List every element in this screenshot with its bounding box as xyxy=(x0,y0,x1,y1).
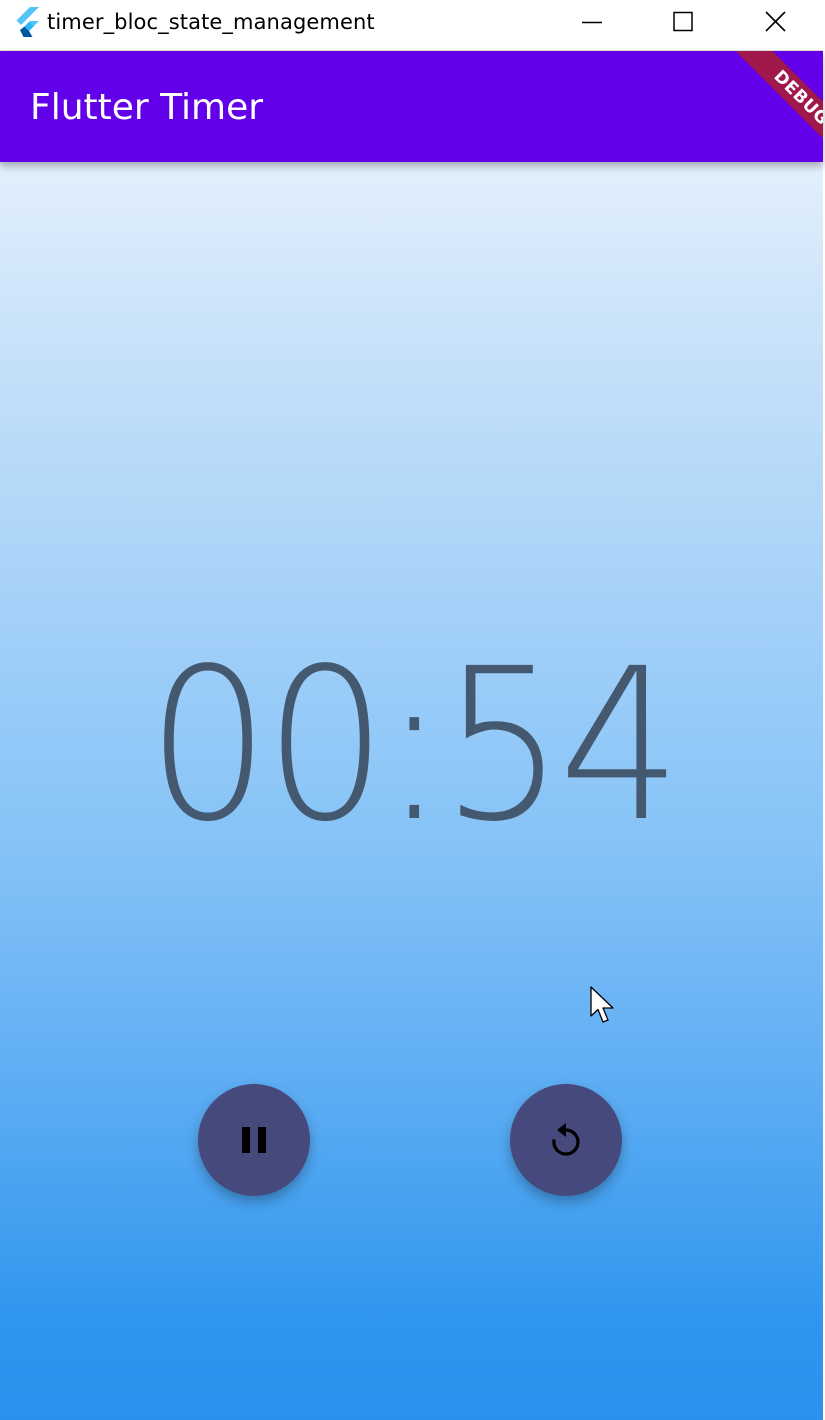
reset-button[interactable] xyxy=(510,1084,622,1196)
window-title: timer_bloc_state_management xyxy=(47,10,375,34)
pause-button[interactable] xyxy=(198,1084,310,1196)
window-titlebar[interactable]: timer_bloc_state_management xyxy=(0,0,823,51)
app-window: timer_bloc_state_management Flutter Time… xyxy=(0,0,825,1420)
app-bar: Flutter Timer xyxy=(0,51,823,162)
minimize-button[interactable] xyxy=(569,0,615,46)
minimize-icon xyxy=(582,21,602,24)
timer-display: 00:54 xyxy=(146,623,682,868)
appbar-title: Flutter Timer xyxy=(30,87,264,128)
mouse-cursor-icon xyxy=(590,986,614,1023)
replay-icon xyxy=(552,1123,580,1156)
flutter-logo-icon xyxy=(12,6,42,38)
maximize-button[interactable] xyxy=(660,0,706,46)
close-icon xyxy=(765,11,786,32)
maximize-icon xyxy=(673,11,693,32)
close-button[interactable] xyxy=(752,0,798,46)
timer-body: 00:54 xyxy=(0,162,823,1420)
pause-icon xyxy=(242,1127,266,1153)
